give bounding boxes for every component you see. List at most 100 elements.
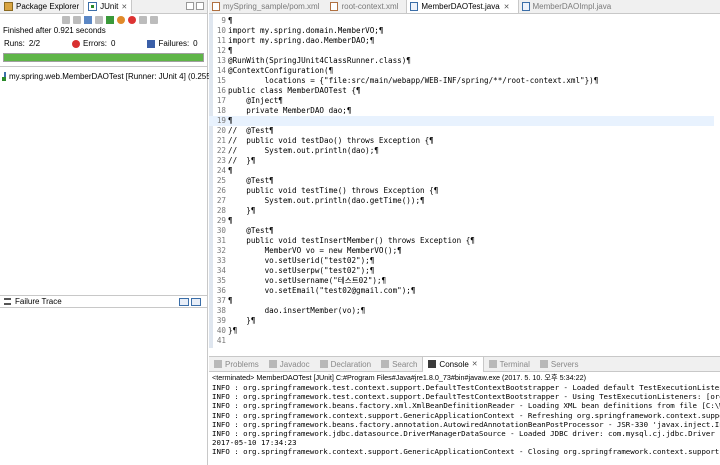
tab-problems[interactable]: Problems [209, 357, 264, 372]
code-line[interactable]: 21// public void testDao() throws Except… [209, 136, 714, 146]
test-suite-ok-icon [2, 72, 6, 81]
tab-memberdaoimpl-java[interactable]: MemberDAOImpl.java [519, 0, 620, 13]
code-line[interactable]: 41 [209, 336, 714, 346]
line-number: 32 [216, 246, 226, 255]
tab-memberdaotest-java[interactable]: MemberDAOTest.java ✕ [406, 0, 519, 13]
maximize-icon[interactable] [196, 2, 204, 10]
code-line[interactable]: 34 vo.setUserpw("test02");¶ [209, 266, 714, 276]
tab-label: Console [439, 359, 469, 369]
code-text: MemberVO vo = new MemberVO();¶ [228, 246, 402, 255]
minimize-icon[interactable] [186, 2, 194, 10]
code-line[interactable]: 10 import my.spring.domain.MemberVO;¶ [209, 26, 714, 36]
close-icon[interactable]: ✕ [121, 3, 127, 11]
code-text: // @Test¶ [228, 126, 274, 135]
tab-terminal[interactable]: Terminal [484, 357, 535, 372]
scroll-lock-icon[interactable] [95, 15, 103, 24]
line-number: 13 [216, 56, 226, 65]
code-text: ¶ [228, 16, 233, 25]
code-text: ¶ [228, 216, 233, 225]
rerun-failed-first-icon[interactable] [117, 15, 125, 24]
code-line[interactable]: 31 public void testInsertMember() throws… [209, 236, 714, 246]
code-line[interactable]: 32 MemberVO vo = new MemberVO();¶ [209, 246, 714, 256]
code-line[interactable]: 24 ¶ [209, 166, 714, 176]
code-line[interactable]: 28 }¶ [209, 206, 714, 216]
close-icon[interactable]: ✕ [472, 360, 478, 368]
code-line[interactable]: 13 @RunWith(SpringJUnit4ClassRunner.class… [209, 56, 714, 66]
console-line: INFO : org.springframework.test.context.… [212, 383, 720, 392]
code-line[interactable]: 23// }¶ [209, 156, 714, 166]
code-area[interactable]: 9 ¶ 10 import my.spring.domain.MemberVO;¶ 11… [209, 14, 720, 348]
stop-icon[interactable] [128, 15, 136, 24]
code-line[interactable]: 20// @Test¶ [209, 126, 714, 136]
view-menu-icon[interactable] [150, 15, 158, 24]
errors-value: 0 [111, 39, 116, 48]
code-line[interactable]: 29 ¶ [209, 216, 714, 226]
tab-declaration[interactable]: Declaration [315, 357, 376, 372]
tab-label: Servers [550, 359, 579, 369]
code-line[interactable]: 37 ¶ [209, 296, 714, 306]
tab-servers[interactable]: Servers [535, 357, 584, 372]
code-line[interactable]: 9 ¶ [209, 16, 714, 26]
tab-label: Search [392, 359, 418, 369]
line-number: 20 [216, 126, 226, 135]
tab-root-context-xml[interactable]: root-context.xml [327, 0, 406, 13]
code-line[interactable]: 16 public class MemberDAOTest {¶ [209, 86, 714, 96]
code-line[interactable]: 12 ¶ [209, 46, 714, 56]
tab-junit[interactable]: JUnit ✕ [83, 0, 133, 14]
code-line[interactable]: 35 vo.setUsername("테스트02");¶ [209, 276, 714, 286]
code-text: System.out.println(dao.getTime());¶ [228, 196, 425, 205]
package-icon [4, 2, 13, 11]
code-line[interactable]: 15 locations = {"file:src/main/webapp/WE… [209, 76, 714, 86]
left-view-tabs: Package Explorer JUnit ✕ [0, 0, 207, 14]
code-line[interactable]: 27 System.out.println(dao.getTime());¶ [209, 196, 714, 206]
code-line[interactable]: 19 ¶ [209, 116, 714, 126]
code-line[interactable]: 38 dao.insertMember(vo);¶ [209, 306, 714, 316]
test-tree-item[interactable]: my.spring.web.MemberDAOTest [Runner: JUn… [0, 71, 220, 82]
line-number: 25 [216, 176, 226, 185]
code-text: // }¶ [228, 156, 256, 165]
code-line[interactable]: 33 vo.setUserid("test02");¶ [209, 256, 714, 266]
line-number: 19 [216, 116, 226, 125]
error-icon [72, 39, 81, 48]
code-line[interactable]: 17 @Inject¶ [209, 96, 714, 106]
line-number: 11 [216, 36, 226, 45]
previous-failure-icon[interactable] [73, 15, 81, 24]
code-line[interactable]: 36 vo.setEmail("test02@gmail.com");¶ [209, 286, 714, 296]
errors-label: Errors: [83, 39, 108, 48]
line-number: 41 [216, 336, 226, 345]
tab-pom-xml[interactable]: mySpring_sample/pom.xml [209, 0, 327, 13]
line-number: 15 [216, 76, 226, 85]
filter-stack-trace-icon[interactable] [191, 298, 201, 306]
tab-search[interactable]: Search [376, 357, 422, 372]
compare-results-icon[interactable] [179, 298, 189, 306]
tab-package-explorer[interactable]: Package Explorer [0, 0, 83, 14]
code-line[interactable]: 11 import my.spring.dao.MemberDAO;¶ [209, 36, 714, 46]
tab-javadoc[interactable]: Javadoc [264, 357, 315, 372]
code-line[interactable]: 25 @Test¶ [209, 176, 714, 186]
tab-label: root-context.xml [341, 2, 399, 11]
code-line[interactable]: 40}¶ [209, 326, 714, 336]
code-line[interactable]: 22// System.out.println(dao);¶ [209, 146, 714, 156]
line-number: 36 [216, 286, 226, 295]
code-line[interactable]: 18 private MemberDAO dao;¶ [209, 106, 714, 116]
code-line[interactable]: 30 @Test¶ [209, 226, 714, 236]
rerun-test-icon[interactable] [106, 15, 114, 24]
failure-trace-icon [4, 298, 11, 305]
next-failure-icon[interactable] [62, 15, 70, 24]
console-output[interactable]: INFO : org.springframework.test.context.… [209, 383, 720, 457]
tab-label: Problems [225, 359, 259, 369]
close-icon[interactable]: ✕ [504, 3, 510, 11]
code-line[interactable]: 39 }¶ [209, 316, 714, 326]
xml-file-icon [330, 2, 339, 11]
show-failures-only-icon[interactable] [84, 15, 92, 24]
tab-console[interactable]: Console ✕ [422, 356, 484, 372]
test-run-history-icon[interactable] [139, 15, 147, 24]
line-number: 24 [216, 166, 226, 175]
test-tree-item-label: my.spring.web.MemberDAOTest [Runner: JUn… [9, 72, 220, 81]
test-progress-bar [3, 53, 204, 62]
code-line[interactable]: 14 @ContextConfiguration(¶ [209, 66, 714, 76]
console-line: INFO : org.springframework.test.context.… [212, 392, 720, 402]
declaration-icon [319, 360, 328, 368]
code-line[interactable]: 26 public void testTime() throws Excepti… [209, 186, 714, 196]
code-text: dao.insertMember(vo);¶ [228, 306, 366, 315]
